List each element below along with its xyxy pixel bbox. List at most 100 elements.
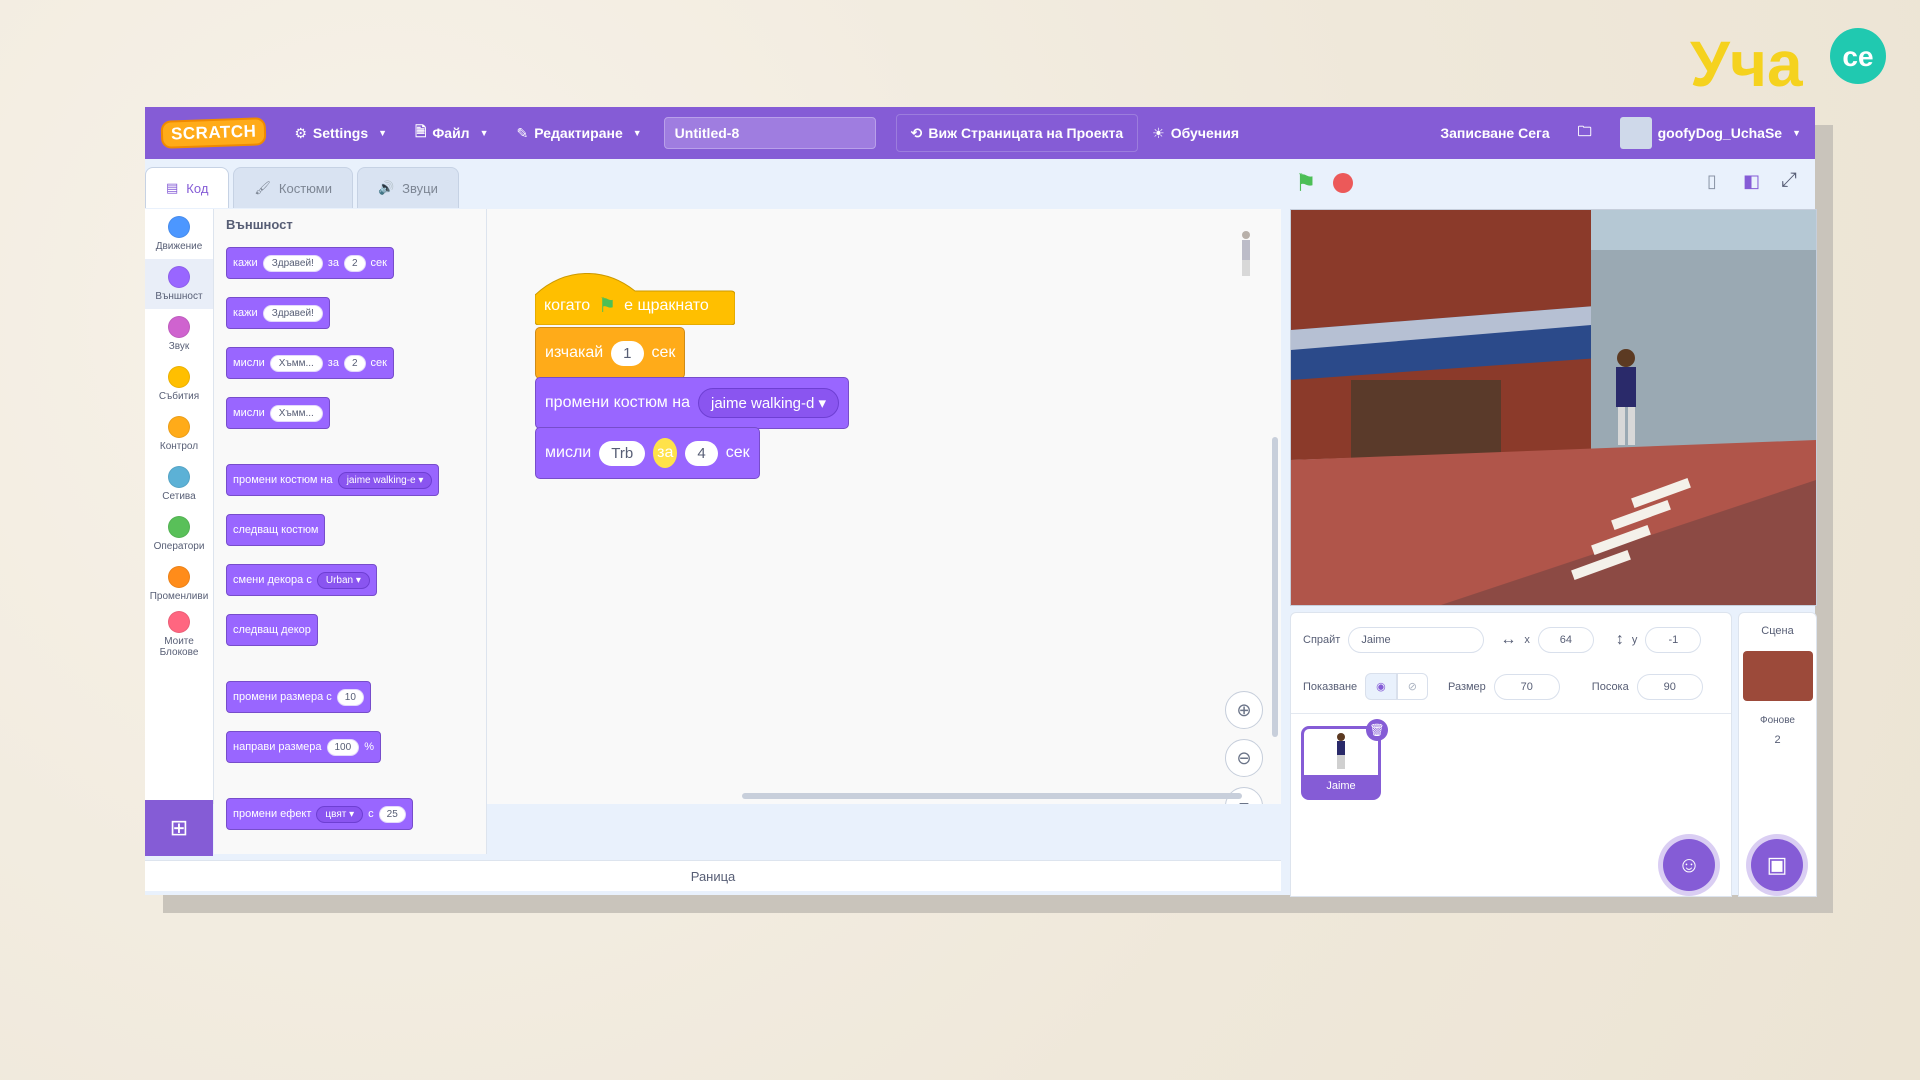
think-for-secs-script-block[interactable]: мисли Trb за 4 сек (535, 427, 760, 479)
remix-arrows-icon: ⟲ (910, 124, 923, 141)
block-input[interactable]: Здравей! (262, 304, 323, 322)
show-hidden-button[interactable]: ⊘ (1396, 673, 1428, 700)
tab-sounds[interactable]: 🔊 Звуци (356, 167, 459, 208)
account-menu[interactable]: goofyDog_UchaSe ▼ (1606, 107, 1815, 159)
block-input[interactable]: 1 (611, 340, 644, 366)
size-input[interactable]: 70 (1493, 673, 1560, 700)
dropdown-value: jaime walking-d (710, 395, 815, 412)
project-title-input[interactable]: Untitled-8 (663, 117, 876, 149)
edit-menu[interactable]: ✎ Редактиране ▼ (503, 107, 656, 159)
category-motion[interactable]: Движение (145, 209, 213, 259)
code-horizontal-scrollbar[interactable] (742, 793, 1242, 799)
block-input[interactable]: Хъмм... (269, 354, 323, 372)
block-palette: Външност кажи Здравей! за 2 сек кажи Здр… (214, 209, 487, 854)
tab-costumes-label: Костюми (278, 180, 332, 196)
tutorials-button[interactable]: ☀ Обучения (1138, 107, 1253, 159)
stage-title: Сцена (1761, 625, 1794, 637)
show-visible-button[interactable]: ◉ (1365, 673, 1397, 700)
tab-code[interactable]: ▤ Код (145, 167, 230, 208)
normal-stage-button[interactable]: ◧ (1743, 171, 1760, 192)
backdrop-dropdown[interactable]: Urban ▾ (316, 571, 370, 589)
block-input[interactable]: 25 (378, 805, 406, 823)
block-text: сек (651, 344, 676, 361)
costume-dropdown[interactable]: jaime walking-d ▾ (697, 388, 840, 418)
change-effect-block[interactable]: промени ефект цвят ▾ с 25 (226, 798, 413, 830)
tab-costumes[interactable]: 🖌 Костюми (233, 167, 353, 208)
my-stuff-button[interactable]: 🗀 (1564, 107, 1606, 159)
file-menu[interactable]: 🗎 Файл ▼ (401, 107, 502, 159)
file-label: Файл (432, 125, 470, 141)
block-input[interactable]: Trb (599, 440, 646, 466)
size-label: Размер (1447, 680, 1486, 693)
effect-dropdown[interactable]: цвят ▾ (316, 805, 364, 823)
category-variables[interactable]: Променливи (145, 559, 213, 609)
vertical-arrows-icon: ↕ (1615, 631, 1624, 648)
think-block[interactable]: мисли Хъмм... (226, 397, 330, 429)
fullscreen-button[interactable]: ⤢ (1781, 169, 1797, 192)
image-add-icon: ▣ (1766, 852, 1788, 877)
next-costume-block[interactable]: следващ костюм (226, 514, 326, 546)
block-text: изчакай (545, 344, 604, 361)
trash-icon[interactable]: 🗑 (1366, 719, 1388, 741)
username: goofyDog_UchaSe (1657, 125, 1783, 141)
block-input[interactable]: 2 (343, 254, 366, 272)
dropdown-value: цвят (325, 808, 347, 820)
zoom-out-button[interactable]: ⊖ (1225, 739, 1263, 777)
change-size-block[interactable]: промени размера с 10 (226, 681, 371, 713)
choose-backdrop-button[interactable]: ▣ (1751, 839, 1803, 891)
save-now-button[interactable]: Записване Сега (1426, 107, 1563, 159)
block-input[interactable]: 2 (343, 354, 366, 372)
stage-selector-panel[interactable]: Сцена Фонове 2 ▣ (1738, 612, 1817, 897)
next-backdrop-block[interactable]: следващ декор (226, 614, 318, 646)
x-input[interactable]: 64 (1537, 627, 1594, 653)
uchase-logo: Уча се (1690, 28, 1886, 100)
backpack-bar[interactable]: Раница (145, 860, 1281, 891)
stop-button[interactable] (1333, 173, 1353, 193)
block-input[interactable]: 10 (336, 688, 364, 706)
add-extension-icon: ⊞ (169, 815, 189, 840)
block-input[interactable]: 4 (685, 440, 718, 466)
code-vertical-scrollbar[interactable] (1272, 437, 1278, 737)
category-events[interactable]: Събития (145, 359, 213, 409)
block-input[interactable]: 100 (326, 738, 360, 756)
switch-costume-script-block[interactable]: промени костюм на jaime walking-d ▾ (535, 377, 850, 429)
category-sound[interactable]: Звук (145, 309, 213, 359)
sprite-thumbnail[interactable]: Jaime 🗑 (1301, 719, 1388, 800)
green-flag-button[interactable]: ⚑ (1295, 169, 1317, 198)
stage-thumbnail[interactable] (1742, 651, 1813, 701)
switch-backdrop-block[interactable]: смени декора с Urban ▾ (226, 564, 377, 596)
set-size-block[interactable]: направи размера 100 % (226, 731, 381, 763)
small-stage-button[interactable]: ▯ (1707, 171, 1717, 192)
block-input[interactable]: Здравей! (262, 254, 323, 272)
switch-costume-block[interactable]: промени костюм на jaime walking-e ▾ (226, 464, 440, 496)
think-for-secs-block[interactable]: мисли Хъмм... за 2 сек (226, 347, 394, 379)
category-my-blocks[interactable]: Моите Блокове (145, 609, 213, 659)
horizontal-arrows-icon: ↔ (1500, 631, 1517, 648)
category-sensing[interactable]: Сетива (145, 459, 213, 509)
direction-input[interactable]: 90 (1636, 673, 1703, 700)
choose-sprite-button[interactable]: ☺ (1663, 839, 1715, 891)
category-dot (168, 216, 190, 238)
category-operators[interactable]: Оператори (145, 509, 213, 559)
sprite-name-input[interactable]: Jaime (1348, 627, 1485, 653)
block-text: смени декора с (233, 574, 312, 586)
block-input[interactable]: Хъмм... (269, 404, 323, 422)
category-label: Звук (168, 341, 190, 352)
see-project-page-button[interactable]: ⟲ Виж Страницата на Проекта (895, 114, 1139, 152)
settings-menu[interactable]: ⚙ Settings ▼ (280, 107, 401, 159)
category-control[interactable]: Контрол (145, 409, 213, 459)
say-for-secs-block[interactable]: кажи Здравей! за 2 сек (226, 247, 394, 279)
stage-canvas[interactable] (1290, 209, 1817, 606)
category-looks[interactable]: Външност (145, 259, 213, 309)
wait-block[interactable]: изчакай 1 сек (535, 327, 686, 379)
zoom-in-button[interactable]: ⊕ (1225, 691, 1263, 729)
say-block[interactable]: кажи Здравей! (226, 297, 330, 329)
chevron-down-icon: ▼ (1792, 128, 1801, 138)
code-area[interactable]: когато ⚑ е щракнато изчакай 1 сек промен… (487, 209, 1281, 804)
speaker-icon: 🔊 (377, 180, 395, 195)
y-input[interactable]: -1 (1645, 627, 1702, 653)
costume-dropdown[interactable]: jaime walking-e ▾ (337, 471, 433, 489)
block-text: промени костюм на (545, 394, 690, 411)
add-extension-button[interactable]: ⊞ (145, 800, 213, 856)
scratch-logo[interactable]: SCRATCH (160, 117, 267, 149)
